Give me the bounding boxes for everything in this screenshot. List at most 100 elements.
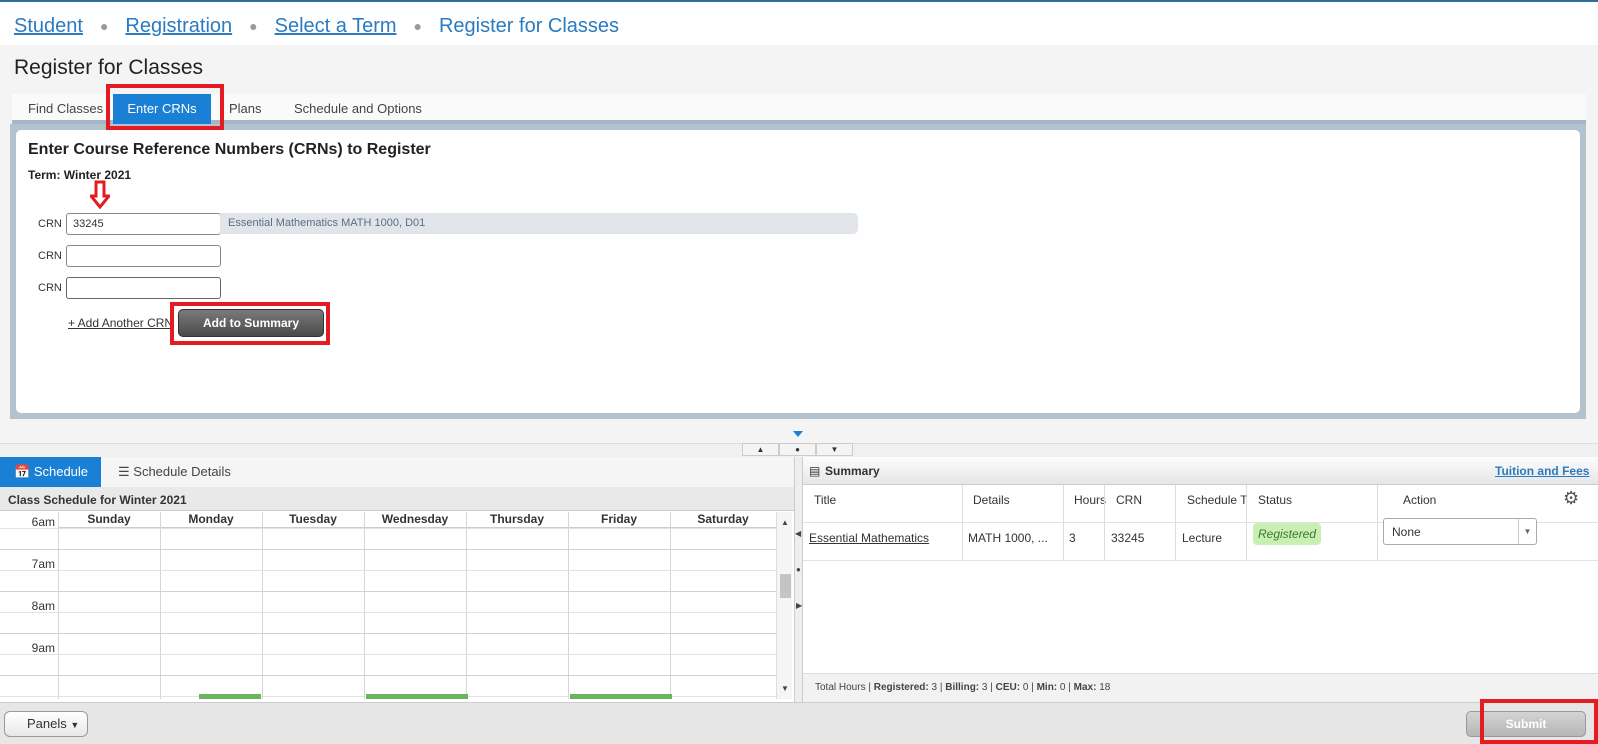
action-select[interactable]: None ▼ <box>1383 518 1537 545</box>
hour-label: 7am <box>31 557 55 571</box>
col-schedule-type[interactable]: Schedule T <box>1187 493 1248 507</box>
day-header-saturday: Saturday <box>670 512 776 528</box>
breadcrumb-separator: ● <box>99 18 109 34</box>
hour-gridline <box>0 591 776 592</box>
day-column-divider <box>58 512 59 699</box>
min-value: 0 <box>1059 682 1066 693</box>
splitter-dot-icon[interactable]: ● <box>796 565 801 574</box>
breadcrumb-select-term[interactable]: Select a Term <box>275 15 397 38</box>
hour-gridline <box>0 654 776 655</box>
day-column-divider <box>364 512 365 699</box>
annotation-box-enter-crns <box>106 84 224 130</box>
splitter-left-icon[interactable]: ◀ <box>795 529 801 538</box>
action-select-value: None <box>1392 525 1421 539</box>
splitter-middle-icon[interactable]: ● <box>779 443 816 456</box>
day-column-divider <box>262 512 263 699</box>
status-badge: Registered <box>1253 523 1322 545</box>
tab-schedule[interactable]: 📅 Schedule <box>0 457 101 487</box>
max-label: Max: <box>1073 682 1097 693</box>
schedule-panel: 📅 Schedule ☰ Schedule Details Class Sche… <box>0 457 794 702</box>
crn-input-1[interactable] <box>66 213 221 235</box>
crn-label: CRN <box>38 282 62 294</box>
col-status[interactable]: Status <box>1258 493 1292 507</box>
day-header-thursday: Thursday <box>466 512 568 528</box>
breadcrumb: Student ● Registration ● Select a Term ●… <box>14 14 619 38</box>
hour-label: 8am <box>31 599 55 613</box>
summary-hours: 3 <box>1069 531 1076 545</box>
day-column-divider <box>670 512 671 699</box>
add-another-crn-link[interactable]: + Add Another CRN <box>68 316 173 330</box>
class-meeting-block[interactable] <box>366 694 468 699</box>
breadcrumb-registration[interactable]: Registration <box>125 15 232 38</box>
tab-schedule-label: Schedule <box>33 464 89 479</box>
class-meeting-block[interactable] <box>199 694 261 699</box>
term-label: Term: Winter 2021 <box>28 168 132 182</box>
calendar-scrollbar[interactable]: ▲ ▼ <box>776 512 792 699</box>
panels-button[interactable]: Panels ▼ <box>4 711 88 737</box>
vertical-splitter[interactable]: ◀ ● ▶ <box>794 457 803 702</box>
tuition-and-fees-link[interactable]: Tuition and Fees <box>1495 464 1589 478</box>
hour-gridline <box>0 570 776 571</box>
scroll-down-icon[interactable]: ▼ <box>781 684 789 693</box>
calendar-icon: 📅 <box>14 464 31 479</box>
enter-crns-panel <box>10 124 1586 419</box>
max-value: 18 <box>1099 682 1111 693</box>
summary-header: ▤ Summary Tuition and Fees <box>803 457 1598 485</box>
breadcrumb-separator: ● <box>249 18 258 34</box>
footer-bar <box>0 702 1598 744</box>
page-title: Register for Classes <box>14 56 204 79</box>
totals-prefix: Total Hours | <box>815 682 874 693</box>
total-hours-bar: Total Hours | Registered: 3 | Billing: 3… <box>803 673 1598 702</box>
crn-input-2[interactable] <box>66 245 221 267</box>
col-title[interactable]: Title <box>814 493 836 507</box>
tab-schedule-details[interactable]: ☰ Schedule Details <box>118 457 231 487</box>
breadcrumb-student[interactable]: Student <box>14 15 83 38</box>
day-column-divider <box>568 512 569 699</box>
day-header-sunday: Sunday <box>58 512 160 528</box>
panels-label: Panels <box>27 716 67 731</box>
list-icon: ☰ <box>118 464 130 479</box>
crn-label: CRN <box>38 218 62 230</box>
tab-schedule-details-label: Schedule Details <box>133 464 231 479</box>
col-hours[interactable]: Hours <box>1074 493 1106 507</box>
day-header-monday: Monday <box>160 512 262 528</box>
breadcrumb-current: Register for Classes <box>438 14 620 37</box>
class-meeting-block[interactable] <box>570 694 672 699</box>
billing-value: 3 <box>981 682 988 693</box>
registered-value: 3 <box>931 682 938 693</box>
day-header-friday: Friday <box>568 512 670 528</box>
red-arrow-annotation <box>90 180 110 210</box>
summary-icon: ▤ <box>809 464 821 478</box>
hour-gridline <box>0 612 776 613</box>
crn-input-3[interactable] <box>66 277 221 299</box>
gear-icon[interactable]: ⚙ <box>1563 488 1579 509</box>
hour-gridline <box>0 633 776 634</box>
splitter-right-icon[interactable]: ▶ <box>796 601 802 610</box>
day-header-tuesday: Tuesday <box>262 512 364 528</box>
min-label: Min: <box>1036 682 1058 693</box>
summary-title: Summary <box>825 464 880 478</box>
hour-gridline <box>0 528 776 529</box>
day-column-divider <box>466 512 467 699</box>
splitter-down-icon[interactable]: ▼ <box>816 443 853 456</box>
scroll-up-icon[interactable]: ▲ <box>781 518 789 527</box>
top-border <box>0 0 1598 2</box>
breadcrumb-separator: ● <box>413 18 422 34</box>
hour-gridline <box>0 549 776 550</box>
hour-gridline <box>0 675 776 676</box>
crn-label: CRN <box>38 250 62 262</box>
col-crn[interactable]: CRN <box>1116 493 1142 507</box>
scroll-thumb[interactable] <box>780 574 791 598</box>
chevron-down-icon[interactable]: ▼ <box>1518 519 1536 544</box>
tab-schedule-options[interactable]: Schedule and Options <box>294 94 422 120</box>
tab-find-classes[interactable]: Find Classes <box>28 94 103 120</box>
col-details[interactable]: Details <box>973 493 1010 507</box>
ceu-value: 0 <box>1022 682 1029 693</box>
tab-plans[interactable]: Plans <box>229 94 262 120</box>
summary-course-title[interactable]: Essential Mathematics <box>809 531 929 545</box>
row-divider <box>803 560 1598 561</box>
col-action[interactable]: Action <box>1403 493 1436 507</box>
collapse-arrow-icon[interactable] <box>793 431 803 437</box>
hour-label: 6am <box>31 515 55 529</box>
splitter-up-icon[interactable]: ▲ <box>742 443 779 456</box>
